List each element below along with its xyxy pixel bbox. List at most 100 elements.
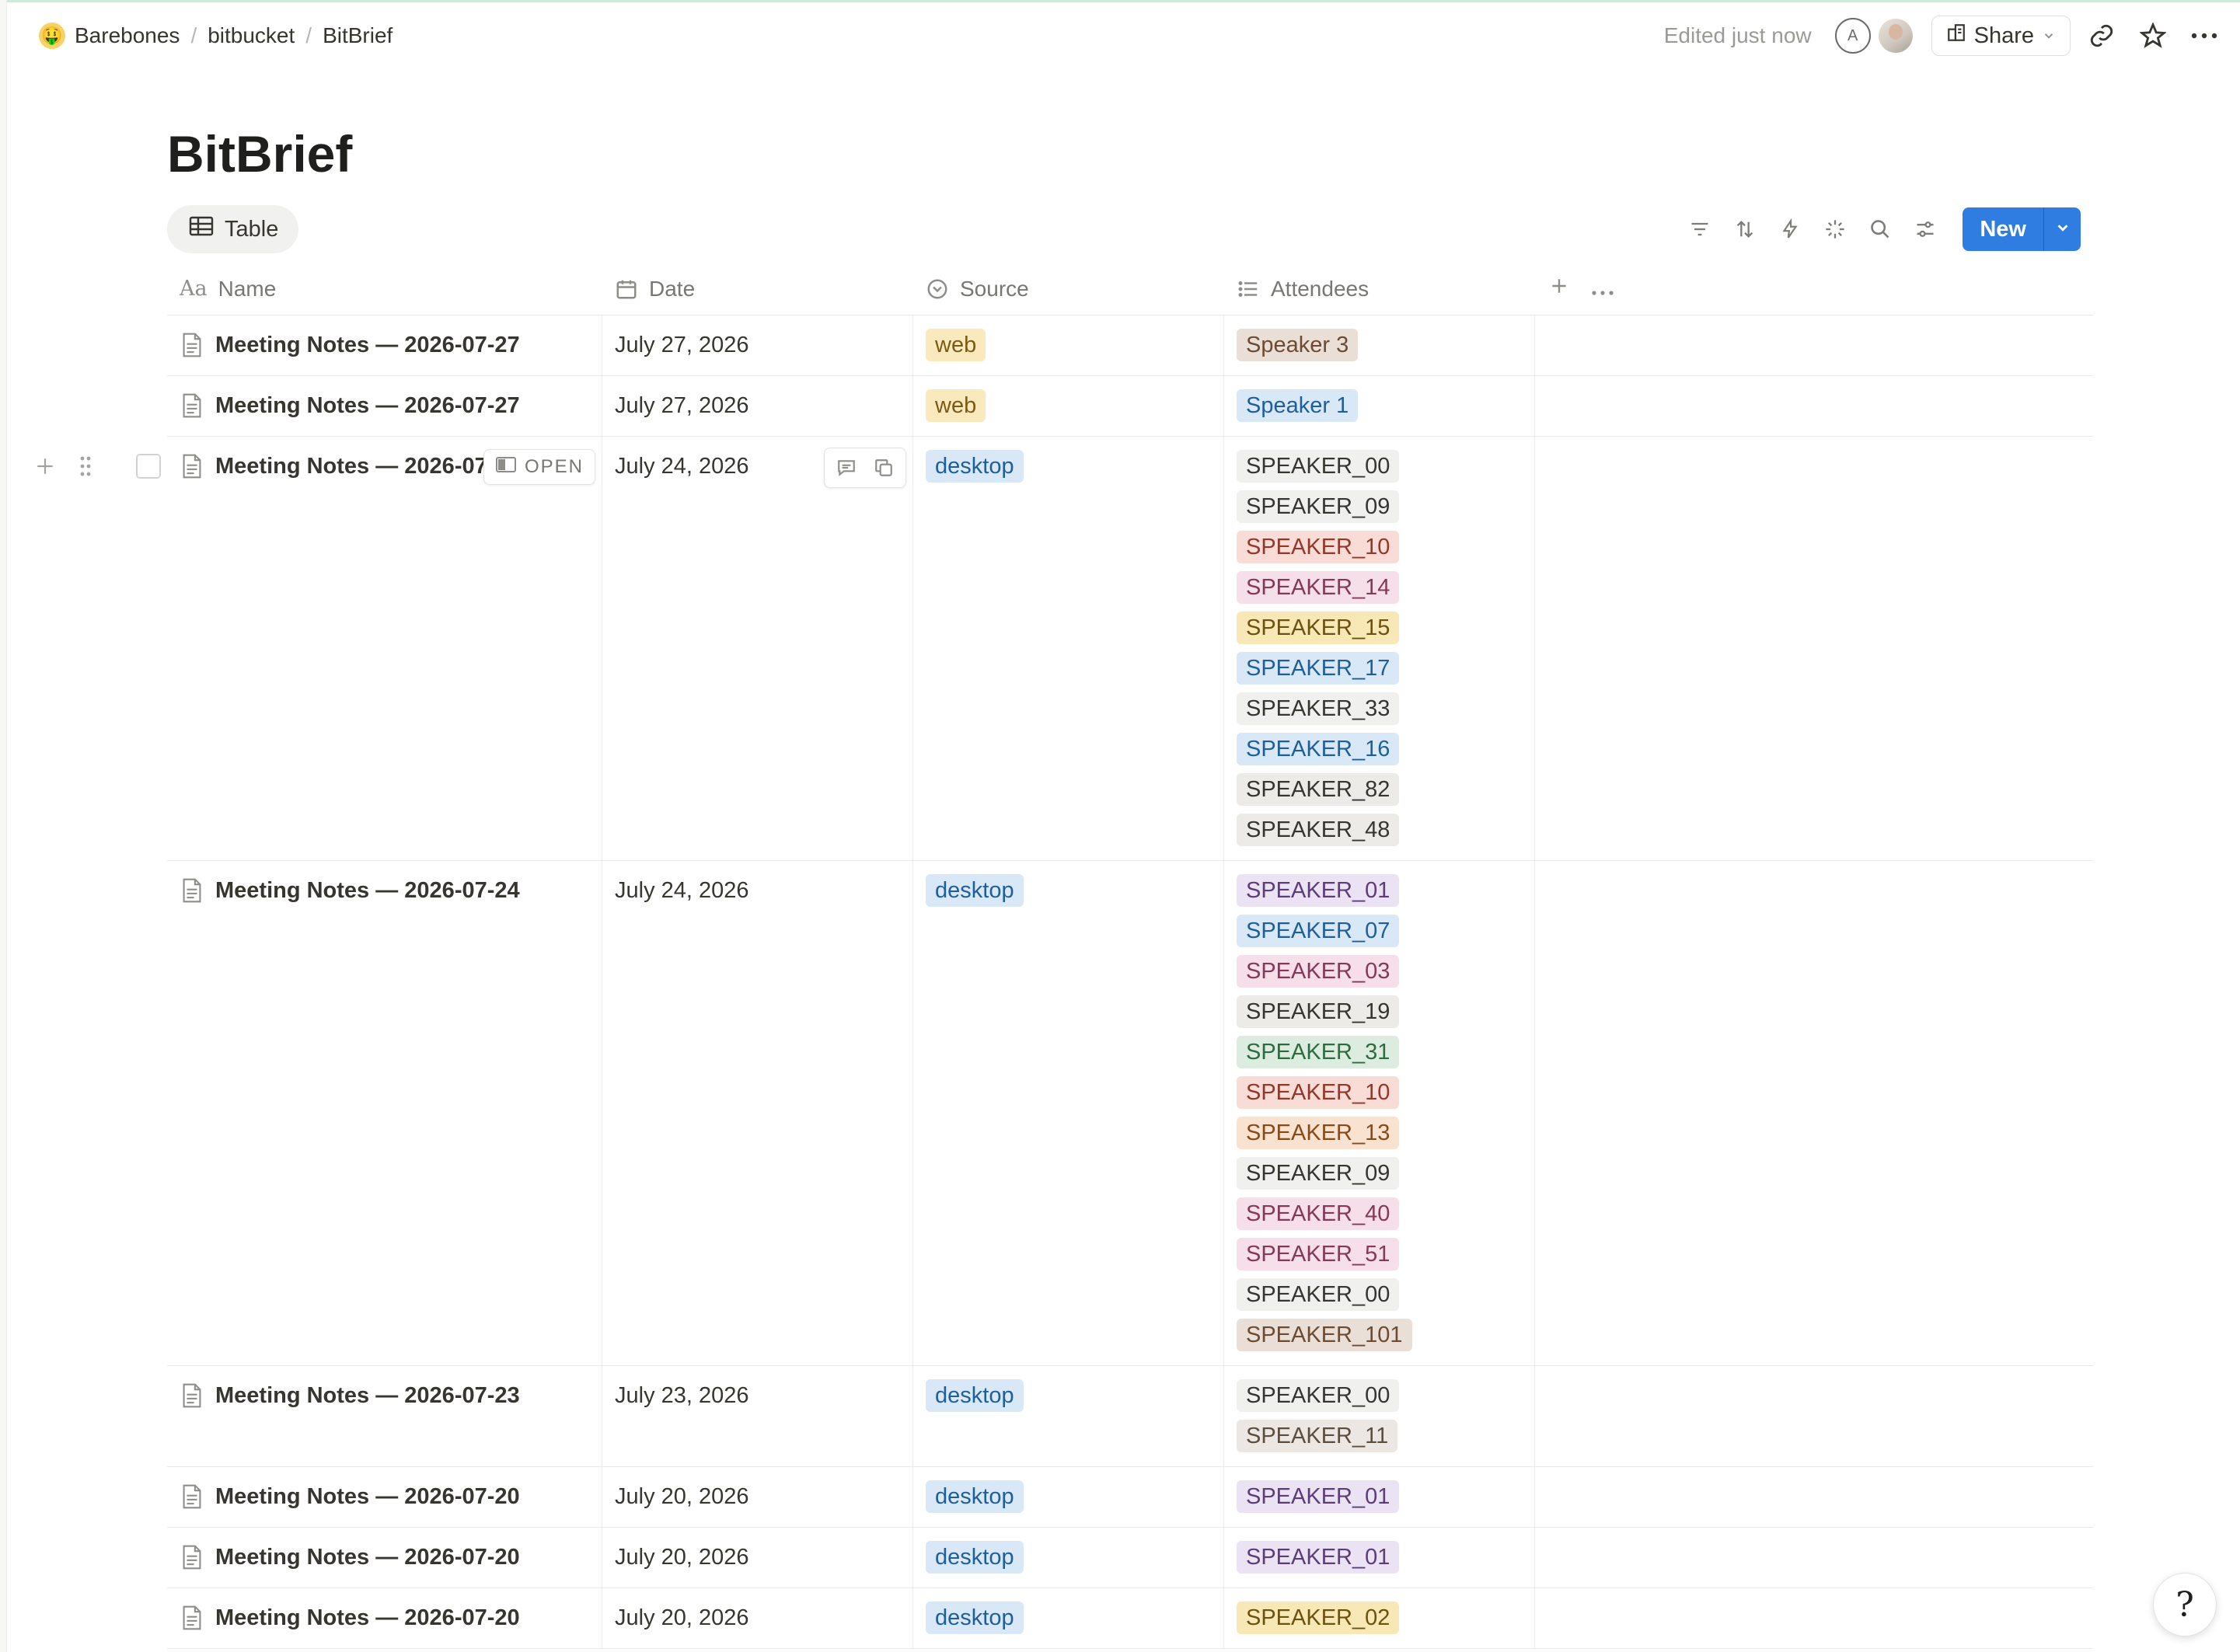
table-row[interactable]: Meeting Notes — 2026-07-27 July 27, 2026… xyxy=(167,376,2093,437)
breadcrumb-item-workspace[interactable]: 🤑 Barebones xyxy=(31,18,187,54)
empty-cell[interactable] xyxy=(1535,315,2093,375)
table-header: Aa Name Date Source Attendees xyxy=(167,263,2093,315)
add-property-button[interactable] xyxy=(1549,276,1569,301)
table-row[interactable]: Meeting Notes — 2026-07-27 July 27, 2026… xyxy=(167,315,2093,376)
page-icon xyxy=(180,451,204,482)
table-row[interactable]: Meeting Notes — 2026-07-20 July 20, 2026… xyxy=(167,1467,2093,1528)
breadcrumb: 🤑 Barebones / bitbucket / BitBrief xyxy=(31,18,400,54)
name-cell[interactable]: Meeting Notes — 2026-07-23 xyxy=(167,1366,602,1466)
source-cell[interactable]: desktop xyxy=(913,1467,1224,1527)
attendees-cell[interactable]: Speaker 3 xyxy=(1224,315,1535,375)
source-cell[interactable]: desktop xyxy=(913,1528,1224,1588)
breadcrumb-label: BitBrief xyxy=(323,23,393,47)
source-cell[interactable]: desktop xyxy=(913,437,1224,860)
breadcrumb-item-current[interactable]: BitBrief xyxy=(315,19,400,53)
empty-cell[interactable] xyxy=(1535,1588,2093,1648)
name-cell[interactable]: Meeting Notes — 2026-07 OPEN xyxy=(167,437,602,860)
empty-cell[interactable] xyxy=(1535,1528,2093,1588)
date-cell[interactable]: July 20, 2026 xyxy=(602,1528,913,1588)
comment-icon[interactable] xyxy=(831,452,862,483)
attendees-cell[interactable]: SPEAKER_00 SPEAKER_11 xyxy=(1224,1366,1535,1466)
attendee-tag: SPEAKER_14 xyxy=(1237,571,1400,604)
date-cell[interactable]: July 27, 2026 xyxy=(602,376,913,436)
attendee-tag: SPEAKER_15 xyxy=(1237,612,1400,644)
filter-button[interactable] xyxy=(1680,209,1720,249)
name-cell[interactable]: Meeting Notes — 2026-07-20 xyxy=(167,1467,602,1527)
empty-cell[interactable] xyxy=(1535,861,2093,1365)
breadcrumb-item-bitbucket[interactable]: bitbucket xyxy=(200,19,302,53)
empty-cell[interactable] xyxy=(1535,1366,2093,1466)
date-cell[interactable]: July 23, 2026 xyxy=(602,1366,913,1466)
view-settings-button[interactable] xyxy=(1905,209,1945,249)
breadcrumb-label: bitbucket xyxy=(208,23,295,47)
page-icon xyxy=(180,390,204,421)
sort-button[interactable] xyxy=(1725,209,1765,249)
name-cell[interactable]: Meeting Notes — 2026-07-24 xyxy=(167,861,602,1365)
add-row-icon[interactable] xyxy=(33,456,57,476)
more-columns-button[interactable] xyxy=(1591,277,1614,301)
attendees-cell[interactable]: SPEAKER_00 SPEAKER_09 SPEAKER_10 SPEAKER_14… xyxy=(1224,437,1535,860)
table-row[interactable]: Meeting Notes — 2026-07-23 July 23, 2026… xyxy=(167,1366,2093,1467)
attendees-cell[interactable]: SPEAKER_01 xyxy=(1224,1467,1535,1527)
source-tags: desktop xyxy=(926,1601,1211,1634)
share-button[interactable]: Share xyxy=(1931,16,2071,56)
row-select-checkbox[interactable] xyxy=(136,454,161,479)
attendees-cell[interactable]: Speaker 1 xyxy=(1224,376,1535,436)
more-options-button[interactable] xyxy=(2184,16,2224,56)
table-row[interactable]: Meeting Notes — 2026-07-20 July 20, 2026… xyxy=(167,1528,2093,1588)
name-cell[interactable]: Meeting Notes — 2026-07-20 xyxy=(167,1528,602,1588)
page-icon xyxy=(180,1380,204,1411)
page-title[interactable]: BitBrief xyxy=(167,124,352,183)
date-cell[interactable]: July 20, 2026 xyxy=(602,1467,913,1527)
table-row[interactable]: Meeting Notes — 2026-07-20 July 20, 2026… xyxy=(167,1588,2093,1649)
help-button[interactable]: ? xyxy=(2153,1573,2217,1636)
column-header-date[interactable]: Date xyxy=(602,263,913,315)
column-header-source[interactable]: Source xyxy=(913,263,1224,315)
attendee-tags: SPEAKER_01 xyxy=(1237,1480,1522,1513)
row-title: Meeting Notes — 2026-07-27 xyxy=(215,393,520,418)
automation-button[interactable] xyxy=(1770,209,1810,249)
source-cell[interactable]: desktop xyxy=(913,1366,1224,1466)
new-options-button[interactable] xyxy=(2043,207,2081,251)
name-cell[interactable]: Meeting Notes — 2026-07-27 xyxy=(167,315,602,375)
row-date: July 23, 2026 xyxy=(615,1383,749,1408)
copy-link-button[interactable] xyxy=(2081,16,2122,56)
table-row[interactable]: Meeting Notes — 2026-07-24 July 24, 2026… xyxy=(167,861,2093,1366)
source-cell[interactable]: web xyxy=(913,315,1224,375)
row-title: Meeting Notes — 2026-07-20 xyxy=(215,1545,520,1570)
empty-cell[interactable] xyxy=(1535,437,2093,860)
avatar-photo[interactable] xyxy=(1878,19,1913,53)
date-cell[interactable]: July 24, 2026 xyxy=(602,437,913,860)
new-button[interactable]: New xyxy=(1963,207,2043,251)
date-cell[interactable]: July 20, 2026 xyxy=(602,1588,913,1648)
tab-table-view[interactable]: Table xyxy=(167,205,299,253)
date-cell[interactable]: July 27, 2026 xyxy=(602,315,913,375)
source-cell[interactable]: web xyxy=(913,376,1224,436)
table-row[interactable]: Meeting Notes — 2026-07 OPEN July 24, 20… xyxy=(37,437,2093,861)
source-cell[interactable]: desktop xyxy=(913,861,1224,1365)
column-header-name[interactable]: Aa Name xyxy=(167,263,602,315)
attendee-tag: SPEAKER_17 xyxy=(1237,652,1400,685)
source-tag: desktop xyxy=(926,1601,1024,1634)
drag-handle-icon[interactable] xyxy=(74,455,97,478)
empty-cell[interactable] xyxy=(1535,1467,2093,1527)
empty-cell[interactable] xyxy=(1535,376,2093,436)
name-cell[interactable]: Meeting Notes — 2026-07-27 xyxy=(167,376,602,436)
attendees-cell[interactable]: SPEAKER_01 xyxy=(1224,1528,1535,1588)
search-button[interactable] xyxy=(1860,209,1900,249)
avatar[interactable]: A xyxy=(1834,18,1871,54)
attendees-cell[interactable]: SPEAKER_01 SPEAKER_07 SPEAKER_03 SPEAKER_19… xyxy=(1224,861,1535,1365)
column-label: Name xyxy=(218,276,277,301)
open-page-button[interactable]: OPEN xyxy=(483,449,595,485)
attendee-tag: SPEAKER_31 xyxy=(1237,1036,1400,1068)
favorite-button[interactable] xyxy=(2133,16,2173,56)
column-header-attendees[interactable]: Attendees xyxy=(1224,263,1535,315)
duplicate-icon[interactable] xyxy=(868,452,899,483)
ai-button[interactable] xyxy=(1815,209,1855,249)
attendee-tags: SPEAKER_00 SPEAKER_11 xyxy=(1237,1379,1522,1452)
source-tag: web xyxy=(926,389,986,422)
date-cell[interactable]: July 24, 2026 xyxy=(602,861,913,1365)
attendees-cell[interactable]: SPEAKER_02 xyxy=(1224,1588,1535,1648)
source-cell[interactable]: desktop xyxy=(913,1588,1224,1648)
name-cell[interactable]: Meeting Notes — 2026-07-20 xyxy=(167,1588,602,1648)
